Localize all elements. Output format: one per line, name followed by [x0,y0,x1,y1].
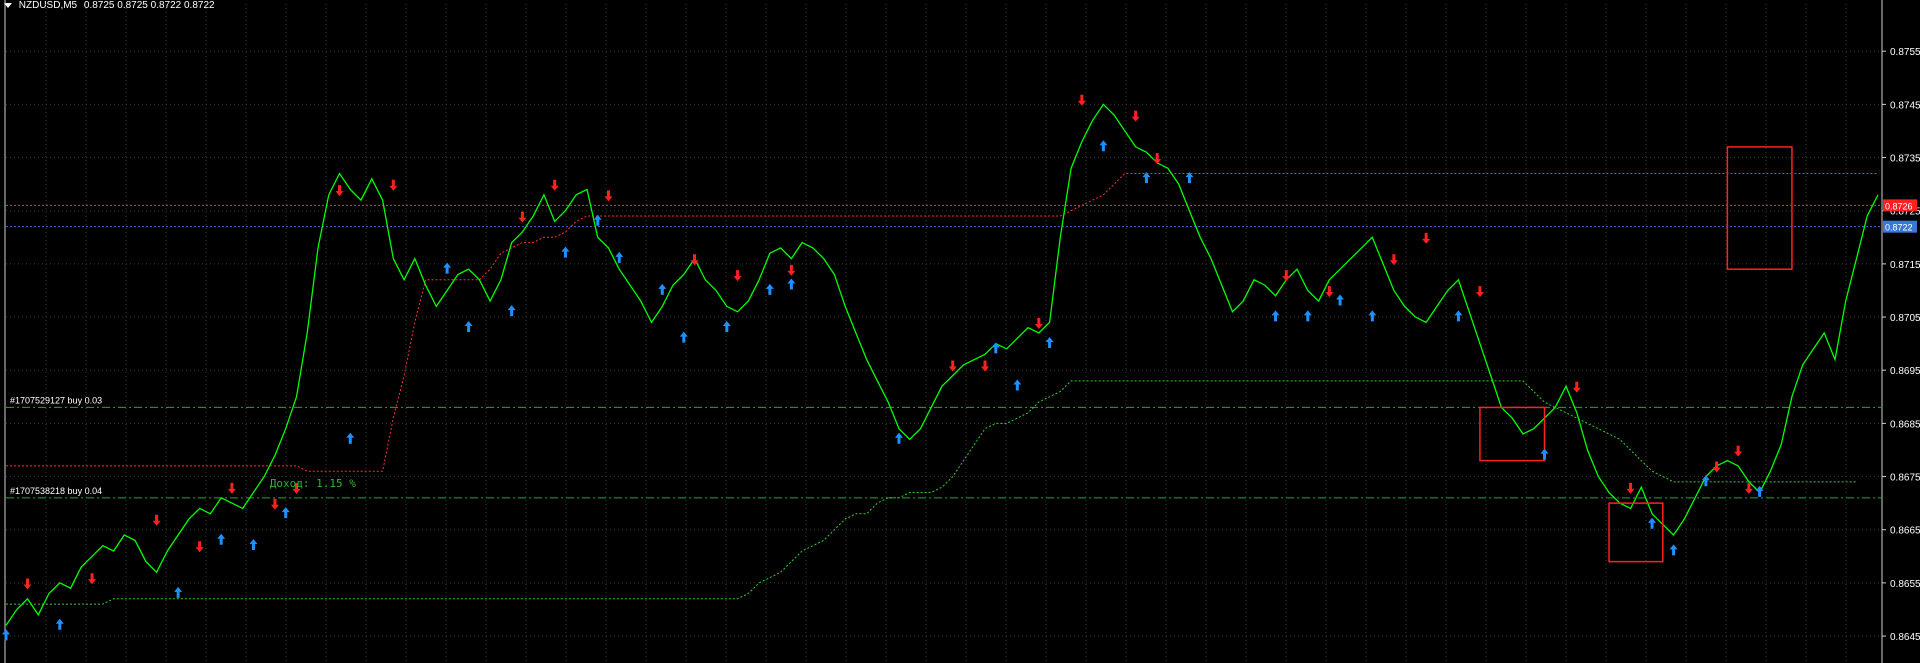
sell-arrow-icon [1131,110,1140,122]
sell-arrow-icon [270,498,279,510]
sell-arrow-icon [1712,461,1721,473]
highlight-box [1608,502,1664,563]
buy-arrow-icon [658,283,667,295]
buy-arrow-icon [1271,310,1280,322]
buy-arrow-icon [249,539,258,551]
sell-arrow-icon [152,514,161,526]
buy-arrow-icon [464,321,473,333]
sell-arrow-icon [518,211,527,223]
order-line-label: #1707529127 buy 0.03 [10,395,102,405]
sell-arrow-icon [227,482,236,494]
highlight-box [1726,146,1793,270]
buy-arrow-icon [1303,310,1312,322]
buy-arrow-icon [679,331,688,343]
y-tick-label: 0.8655 [1890,579,1920,590]
buy-arrow-icon [1045,337,1054,348]
sell-arrow-icon [389,179,398,191]
sell-arrow-icon [733,270,742,282]
y-tick-label: 0.8695 [1890,366,1920,377]
y-tick-label: 0.8755 [1890,47,1920,58]
y-tick-label: 0.8665 [1890,526,1920,537]
buy-arrow-icon [722,321,731,333]
y-tick-label: 0.8685 [1890,419,1920,430]
buy-arrow-icon [894,432,903,444]
buy-arrow-icon [1368,310,1377,322]
y-tick-label: 0.8715 [1890,260,1920,271]
y-tick-label: 0.8705 [1890,313,1920,324]
buy-arrow-icon [217,533,226,545]
buy-arrow-icon [507,305,516,317]
price-chart[interactable]: 0.87550.87450.87350.87250.87150.87050.86… [0,0,1920,663]
sell-arrow-icon [1153,153,1162,165]
sell-arrow-icon [1325,286,1334,298]
highlight-box [1479,406,1546,462]
buy-arrow-icon [1648,517,1657,529]
buy-arrow-icon [991,342,1000,354]
sell-arrow-icon [195,541,204,553]
sell-arrow-icon [1389,254,1398,266]
buy-arrow-icon [1540,448,1549,460]
price-label: 0.8726 [1885,201,1913,211]
sell-arrow-icon [1282,270,1291,282]
buy-arrow-icon [1336,294,1345,306]
sell-arrow-icon [23,578,32,590]
trailing-line [6,380,1857,605]
sell-arrow-icon [1475,286,1484,298]
buy-arrow-icon [615,251,624,263]
sell-arrow-icon [1034,318,1043,329]
y-tick-label: 0.8675 [1890,473,1920,484]
buy-arrow-icon [1013,379,1022,391]
order-line-label: #1707538218 buy 0.04 [10,486,102,496]
y-tick-label: 0.8645 [1890,632,1920,643]
buy-arrow-icon [1669,544,1678,556]
buy-arrow-icon [561,246,570,258]
buy-arrow-icon [1099,140,1108,152]
sell-arrow-icon [787,264,796,276]
buy-arrow-icon [281,507,290,519]
sell-arrow-icon [1077,94,1086,106]
buy-arrow-icon [346,432,355,444]
sell-arrow-icon [1734,445,1743,457]
buy-arrow-icon [443,262,452,274]
price-label: 0.8722 [1885,223,1913,233]
y-tick-label: 0.8735 [1890,154,1920,165]
buy-arrow-icon [1454,310,1463,322]
y-tick-label: 0.8745 [1890,100,1920,111]
sell-arrow-icon [335,185,344,197]
buy-arrow-icon [2,629,10,641]
sell-arrow-icon [948,360,957,372]
sell-arrow-icon [1626,482,1635,494]
sell-arrow-icon [550,179,559,191]
sell-arrow-icon [1572,381,1581,393]
sell-arrow-icon [1422,232,1431,244]
profit-annotation: Доход: 1.15 % [270,477,356,490]
price-series-line [5,103,1879,626]
buy-arrow-icon [765,283,774,295]
buy-arrow-icon [787,278,796,290]
buy-arrow-icon [174,586,183,598]
buy-arrow-icon [55,618,64,630]
